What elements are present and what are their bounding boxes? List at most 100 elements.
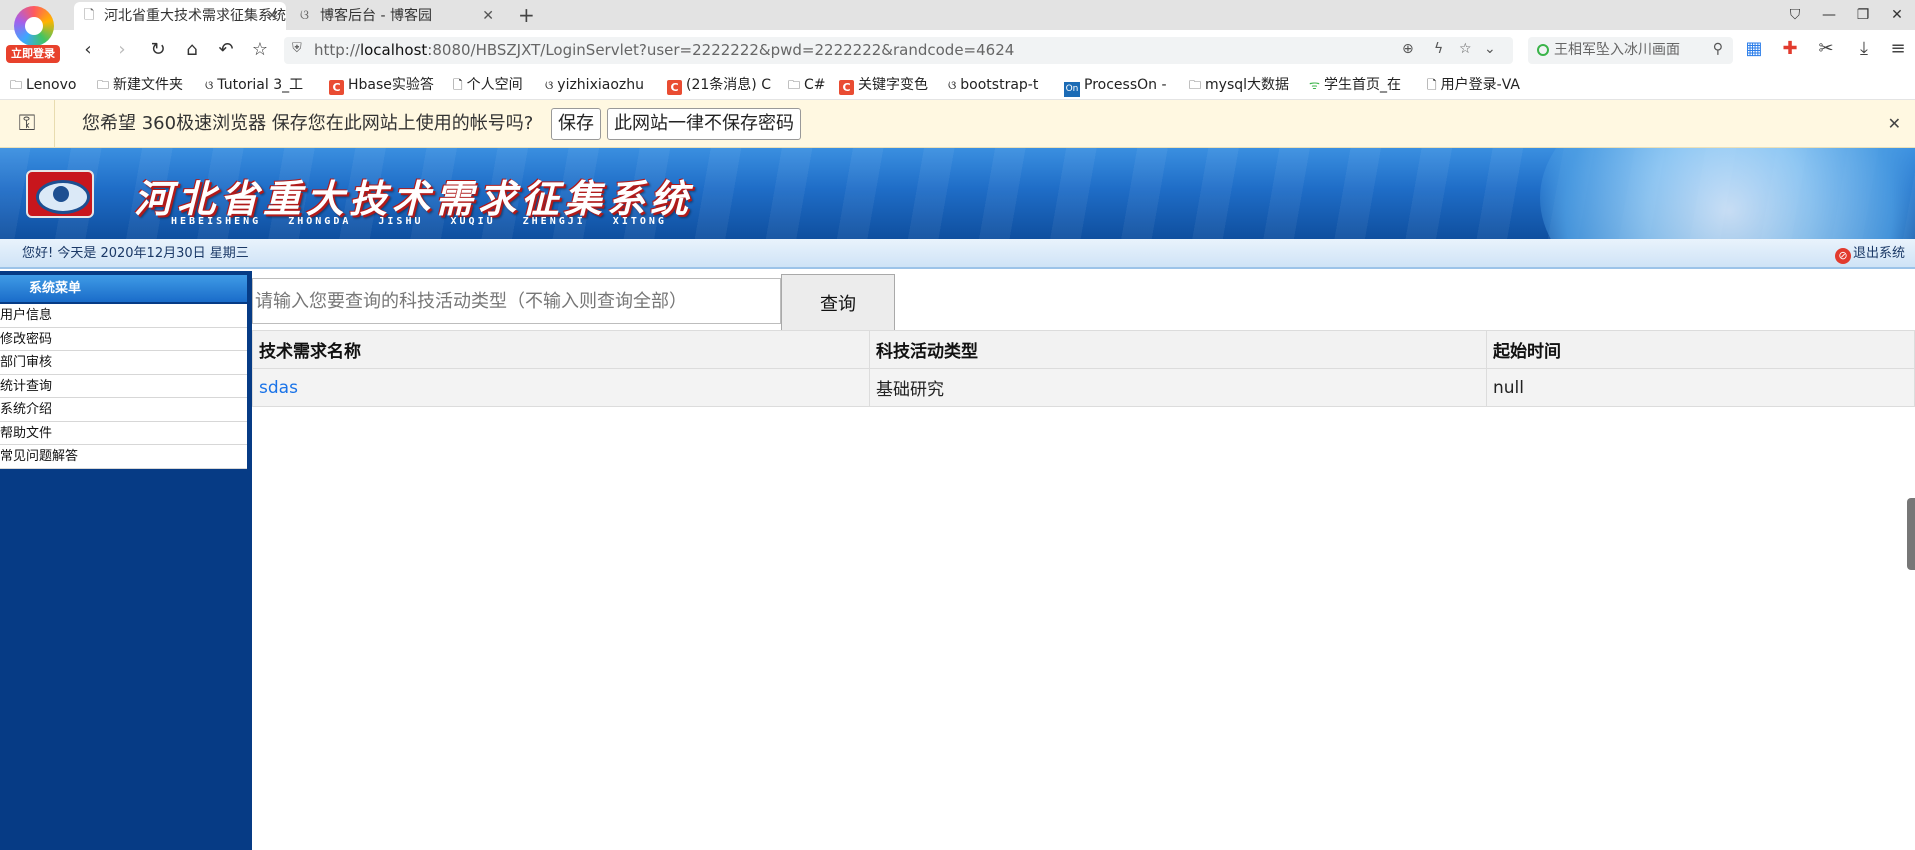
menu-title: 系统菜单 [0,275,247,302]
result-table: 技术需求名称 科技活动类型 起始时间 sdas 基础研究 null [252,330,1915,407]
page-icon: 🗋 [453,78,463,92]
table-row: sdas 基础研究 null [252,368,1915,407]
bookmark-item[interactable]: 🗀 mysql大数据 [1189,70,1297,100]
welcome-bar: 您好! 今天是 2020年12月30日 星期三 ⊘ 退出系统 [0,239,1915,269]
menu-item-help[interactable]: 帮助文件 [0,422,247,445]
table-cell: null [1486,368,1915,407]
game-icon[interactable]: ✚ [1778,38,1802,59]
browser-tab-bar: 🗋 河北省重大技术需求征集系统 ✕ ଓ 博客后台 - 博客园 ✕ + ⛉ — ❐… [0,0,1915,30]
lightning-icon[interactable]: ϟ [1434,41,1443,57]
close-window-button[interactable]: ✕ [1880,0,1914,30]
table-header-row: 技术需求名称 科技活动类型 起始时间 [252,330,1915,369]
processon-icon: On [1064,82,1080,97]
bookmark-item[interactable]: C (21条消息) C [667,70,775,100]
bookmark-item[interactable]: 🗀 Lenovo [10,70,88,100]
browser-logo-icon [14,6,54,46]
folder-icon: 🗀 [97,78,110,92]
menu-item-change-password[interactable]: 修改密码 [0,328,247,351]
web-page: 河北省重大技术需求征集系统 HEBEISHENG ZHONGDA JISHU X… [0,148,1915,850]
back-icon[interactable]: ‹ [74,36,102,64]
logout-icon: ⊘ [1834,248,1851,264]
menu-item-department-review[interactable]: 部门审核 [0,351,247,375]
blog-icon: ଓ [948,78,957,92]
search-icon[interactable]: ⚲ [1713,41,1723,57]
restore-button[interactable]: ❐ [1846,0,1880,30]
search-box[interactable]: 王相军坠入冰川画面 ⚲ [1528,37,1733,64]
home-icon[interactable]: ⌂ [178,36,206,64]
menu-item-faq[interactable]: 常见问题解答 [0,445,247,469]
site-banner: 河北省重大技术需求征集系统 HEBEISHENG ZHONGDA JISHU X… [0,148,1915,239]
download-icon[interactable]: ⤓ [1852,38,1876,59]
key-icon: ⚿ [0,100,55,147]
zoom-icon[interactable]: ⊕ [1402,41,1414,57]
csdn-icon: C [329,80,344,95]
blog-icon: ଓ [545,78,554,92]
bookmark-item[interactable]: C Hbase实验答 [329,70,439,100]
bookmark-item[interactable]: 🗀 C# [788,70,833,100]
column-header: 起始时间 [1486,330,1915,369]
undo-icon[interactable]: ↶ [212,36,240,64]
save-password-button[interactable]: 保存 [551,108,601,140]
bookmark-item[interactable]: ଓ yizhixiaozhu [545,70,655,100]
close-icon[interactable]: ✕ [1888,100,1901,147]
address-bar[interactable]: ⛨ http://localhost:8080/HBSZJXT/LoginSer… [284,37,1513,64]
tab-blog[interactable]: ଓ 博客后台 - 博客园 ✕ [290,2,502,30]
bookmark-item[interactable]: 🗋 个人空间 [453,70,539,100]
bookmark-item[interactable]: ᯤ 学生首页_在 [1309,70,1417,100]
login-button[interactable]: 立即登录 [6,45,60,63]
close-icon[interactable]: ✕ [482,2,494,30]
menu-item-statistics[interactable]: 统计查询 [0,375,247,398]
folder-icon: 🗀 [788,78,801,92]
bookmark-item[interactable]: ଓ bootstrap-t [948,70,1050,100]
greeting-text: 您好! 今天是 2020年12月30日 星期三 [22,246,249,261]
shield-icon: ⛨ [292,41,302,56]
star-icon[interactable]: ☆ [246,36,274,64]
chevron-down-icon[interactable]: ⌄ [1484,41,1496,57]
apps-icon[interactable]: ▦ [1742,38,1766,59]
menu-item-user-info[interactable]: 用户信息 [0,304,247,328]
csdn-icon: C [667,80,682,95]
csdn-icon: C [839,80,854,95]
page-icon: 🗋 [1427,78,1437,92]
column-header: 技术需求名称 [252,330,870,369]
column-header: 科技活动类型 [869,330,1487,369]
login-badge[interactable]: 立即登录 [6,4,64,63]
bookmark-item[interactable]: 🗋 用户登录-VA [1427,70,1533,100]
requirement-link[interactable]: sdas [259,378,298,398]
folder-icon: 🗀 [1189,78,1202,92]
table-cell: 基础研究 [869,368,1487,407]
bookmark-item[interactable]: On ProcessOn - [1064,70,1174,100]
never-save-button[interactable]: 此网站一律不保存密码 [607,108,801,140]
close-icon[interactable]: ✕ [266,2,278,30]
menu-item-system-intro[interactable]: 系统介绍 [0,398,247,422]
bookmark-item[interactable]: 🗀 新建文件夹 [97,70,197,100]
new-tab-button[interactable]: + [518,1,535,29]
tab-title: 河北省重大技术需求征集系统 [104,8,286,24]
shirt-icon[interactable]: ⛉ [1778,0,1812,30]
blog-icon: ଓ [300,8,309,23]
bookmark-item[interactable]: C 关键字变色 [839,70,939,100]
folder-icon: 🗀 [10,78,23,92]
forward-icon[interactable]: › [108,36,136,64]
favorite-icon[interactable]: ☆ [1459,41,1472,57]
query-button[interactable]: 查询 [781,274,895,331]
site-logo [26,170,94,218]
navigation-bar: ‹ › ↻ ⌂ ↶ ☆ ⛨ http://localhost:8080/HBSZ… [0,30,1915,70]
tab-title: 博客后台 - 博客园 [320,8,432,24]
side-scroll-handle[interactable] [1907,498,1915,570]
url-text[interactable]: http://localhost:8080/HBSZJXT/LoginServl… [314,37,1014,64]
minimize-button[interactable]: — [1812,0,1846,30]
bookmark-item[interactable]: ଓ Tutorial 3_工 [205,70,313,100]
menu-icon[interactable]: ≡ [1886,38,1910,59]
activity-type-input[interactable] [252,278,781,324]
tab-active[interactable]: 🗋 河北省重大技术需求征集系统 ✕ [74,2,286,30]
bookmarks-bar: 🗀 Lenovo 🗀 新建文件夹 ଓ Tutorial 3_工 C Hbase实验答 🗋… [0,70,1915,100]
search-engine-icon [1537,44,1549,56]
logout-link[interactable]: ⊘ 退出系统 [1834,239,1905,269]
globe-graphic [1540,148,1915,239]
scissors-icon[interactable]: ✂ [1814,38,1838,59]
site-title-pinyin: HEBEISHENG ZHONGDA JISHU XUQIU ZHENGJI X… [171,216,667,227]
site-title: 河北省重大技术需求征集系统 [134,177,694,221]
table-cell: sdas [252,368,870,407]
reload-icon[interactable]: ↻ [144,36,172,64]
